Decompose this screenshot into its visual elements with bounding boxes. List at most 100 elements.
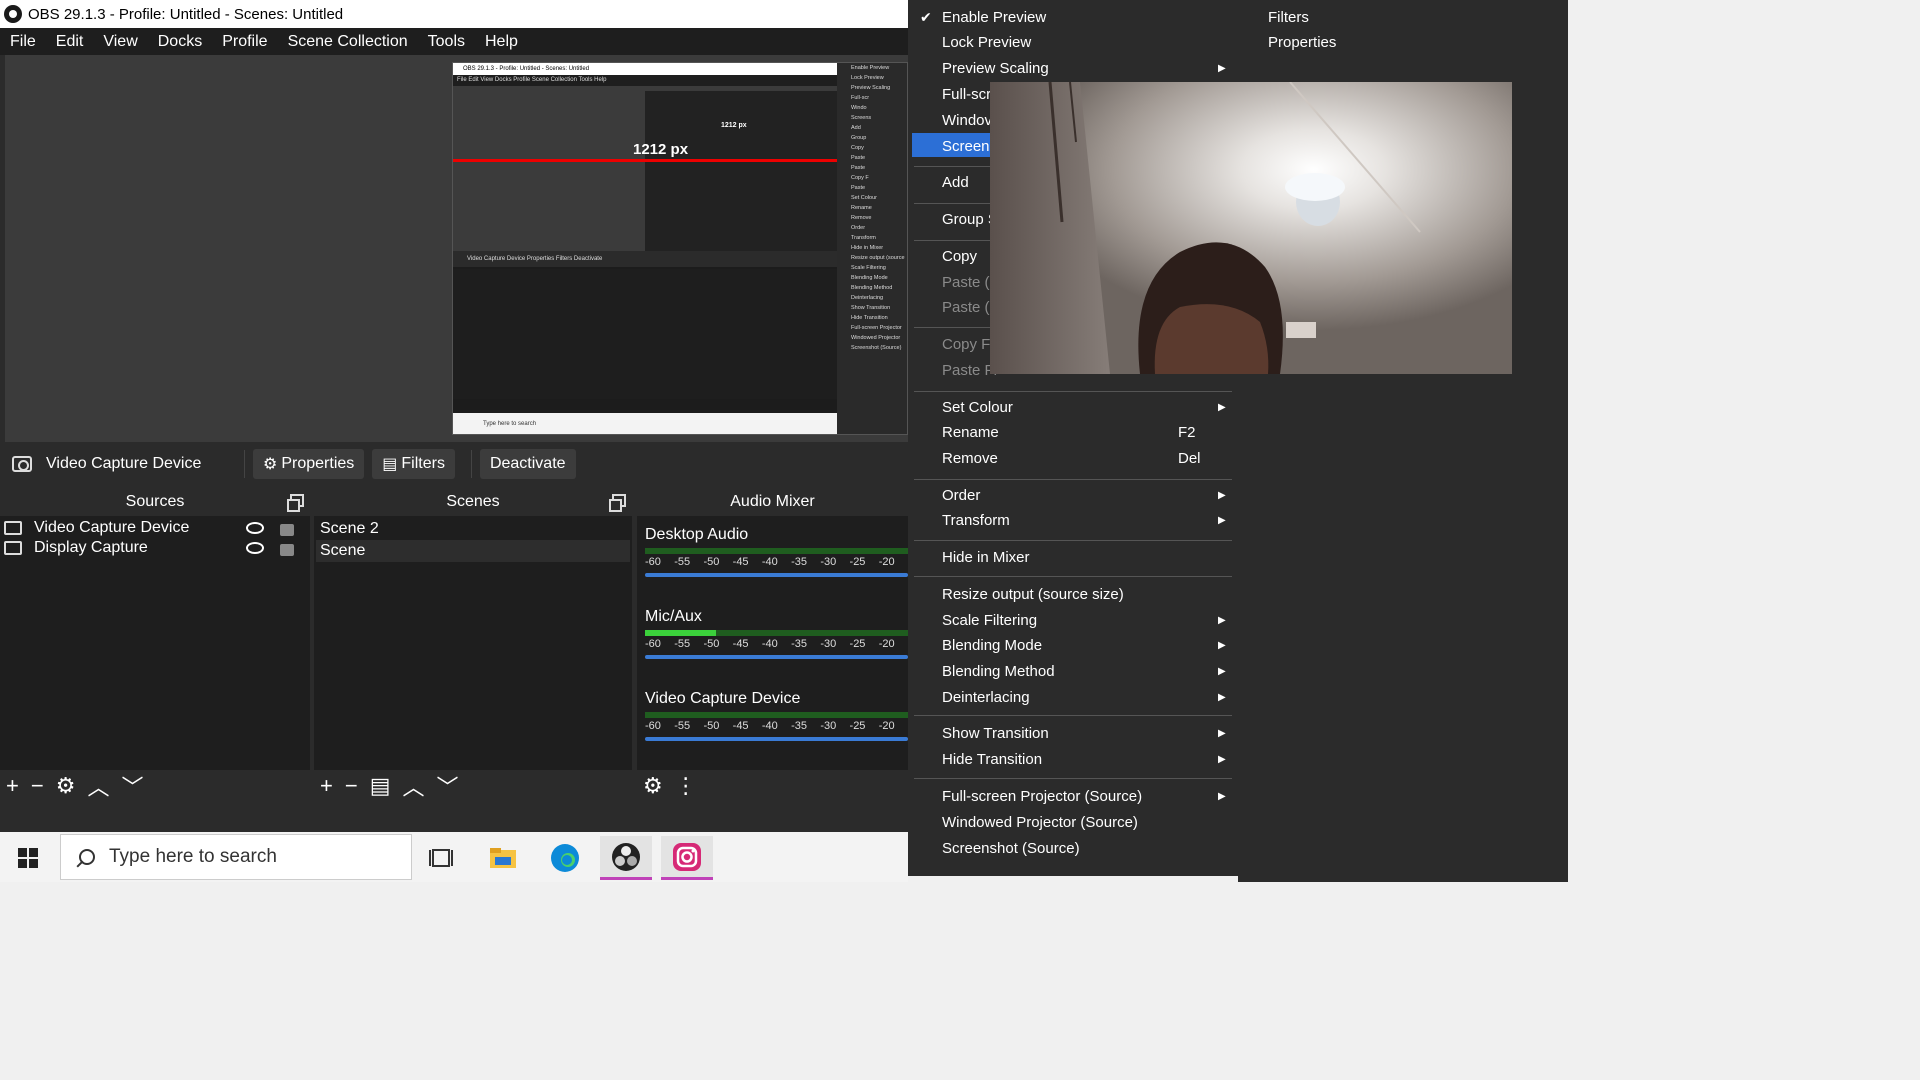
menu-file[interactable]: File [0,33,46,51]
menu-edit[interactable]: Edit [46,33,94,51]
menu-bar: File Edit View Docks Profile Scene Colle… [0,28,908,55]
menu-profile[interactable]: Profile [212,33,277,51]
mixer-menu-icon[interactable]: ⋮ [675,773,697,799]
source-name: Video Capture Device [34,519,190,536]
remove-source-icon[interactable]: − [31,773,44,799]
meter-tick-label: -55 [674,638,691,650]
context-menu-item[interactable]: Lock Preview [942,33,1031,53]
context-menu-item[interactable]: Hide Transition [942,750,1042,770]
file-explorer-icon[interactable] [477,836,529,880]
scene-filters-icon[interactable]: ▤ [370,773,391,799]
context-menu-item[interactable]: Set Colour [942,398,1013,418]
context-menu-item[interactable]: Blending Mode [942,636,1042,656]
selected-source-name: Video Capture Device [46,455,202,472]
meter-tick-label: -40 [761,556,778,568]
nested-ctx-item: Windo [851,105,867,111]
context-menu-item[interactable]: Preview Scaling [942,59,1049,79]
visibility-eye-icon[interactable] [246,522,264,534]
submenu-arrow-icon: ▶ [1218,515,1226,526]
context-menu-item[interactable]: Windov [942,111,992,131]
menu-docks[interactable]: Docks [148,33,212,51]
meter-tick-label: -50 [703,638,720,650]
move-down-icon[interactable]: ﹀ [437,770,459,802]
windows-start-icon[interactable] [18,848,38,868]
context-menu-item[interactable]: Scale Filtering [942,611,1037,631]
context-menu-item[interactable]: Enable Preview [942,8,1046,28]
context-menu-item[interactable]: Windowed Projector (Source) [942,813,1138,833]
nested-ctx-item: Windowed Projector [851,335,901,341]
obs-taskbar-icon[interactable] [600,836,652,880]
mixer-settings-icon[interactable]: ⚙ [643,773,663,799]
mixer-channel: Video Capture Device -60 -55 -50 -45 -40 -35 -3… [645,690,908,741]
context-menu-item[interactable]: Screenshot (Source) [942,839,1080,859]
scenes-footer: + − ▤ ︿ ﹀ [314,770,632,802]
lock-icon[interactable] [280,524,294,536]
menu-help[interactable]: Help [475,33,528,51]
filters-button[interactable]: ▤ Filters [372,449,455,479]
meter-tick-label: -25 [849,638,866,650]
edge-icon[interactable] [539,836,591,880]
move-up-icon[interactable]: ︿ [403,770,425,802]
context-menu-item[interactable]: Full-screen Projector (Source) [942,787,1142,807]
nested-ctx-item: Transform [851,235,876,241]
meter-ticks: -60 -55 -50 -45 -40 -35 -30 -25 -20 [645,720,908,732]
sources-dock: Sources Video Capture Device Display Cap… [0,488,310,802]
filters-menu-item[interactable]: Filters [1268,8,1309,28]
menu-tools[interactable]: Tools [418,33,475,51]
meter-tick-label: -20 [878,638,895,650]
context-menu-item[interactable]: Blending Method [942,662,1055,682]
taskbar-search-box[interactable]: Type here to search [60,834,412,880]
menu-separator [914,391,1232,392]
preview-source-display-capture[interactable]: OBS 29.1.3 - Profile: Untitled - Scenes:… [452,62,908,435]
volume-slider[interactable] [645,573,908,577]
add-source-icon[interactable]: + [6,773,19,799]
meter-tick-label: -20 [878,720,895,732]
scene-item[interactable]: Scene 2 [316,518,630,540]
move-up-icon[interactable]: ︿ [87,770,109,802]
context-menu-item[interactable]: Deinterlacing [942,688,1030,708]
volume-slider[interactable] [645,737,908,741]
scene-item[interactable]: Scene [316,540,630,562]
meter-tick-label: -45 [732,556,749,568]
source-item[interactable]: Video Capture Device [4,518,306,538]
meter-tick-label: -45 [732,720,749,732]
context-menu-item[interactable]: Rename [942,423,999,443]
menu-view[interactable]: View [93,33,147,51]
context-menu-item[interactable]: Hide in Mixer [942,548,1030,568]
nested-ctx-item: Blending Method [851,285,893,291]
context-menu-item[interactable]: Resize output (source size) [942,585,1124,605]
context-menu-item[interactable]: Order [942,486,980,506]
remove-scene-icon[interactable]: − [345,773,358,799]
context-menu-item[interactable]: Add [942,173,969,193]
visibility-eye-icon[interactable] [246,542,264,554]
source-properties-icon[interactable]: ⚙ [56,773,76,799]
add-scene-icon[interactable]: + [320,773,333,799]
nested-context-menu: Enable Preview Lock Preview Preview Scalin… [837,63,907,434]
source-item[interactable]: Display Capture [4,538,306,558]
lock-icon[interactable] [280,544,294,556]
context-menu-item[interactable]: Copy [942,247,977,267]
context-menu-item[interactable]: Remove [942,449,998,469]
context-menu-item[interactable]: Show Transition [942,724,1049,744]
nested-ctx-item: Paste [851,185,866,191]
undock-icon[interactable] [287,494,304,512]
source-toolbar: Video Capture Device ⚙ Properties ▤ Filt… [0,444,908,484]
instagram-icon[interactable] [661,836,713,880]
context-menu-item[interactable]: Full-scr [942,85,991,105]
context-menu-item[interactable]: Screens [942,137,997,157]
move-down-icon[interactable]: ﹀ [121,770,143,802]
properties-button[interactable]: ⚙ Properties [253,449,365,479]
undock-icon[interactable] [609,494,626,512]
measure-label: 1212 px [633,141,689,158]
properties-menu-item[interactable]: Properties [1268,33,1336,53]
context-menu-item[interactable]: Transform [942,511,1010,531]
menu-scene-collection[interactable]: Scene Collection [278,33,418,51]
filters-label: Filters [401,455,445,472]
properties-label: Properties [281,455,355,472]
nested-docks [453,269,837,399]
window-title: OBS 29.1.3 - Profile: Untitled - Scenes:… [28,5,344,23]
volume-slider[interactable] [645,655,908,659]
deactivate-button[interactable]: Deactivate [479,449,576,479]
task-view-icon[interactable] [415,836,467,880]
meter-tick-label: -60 [645,638,661,650]
